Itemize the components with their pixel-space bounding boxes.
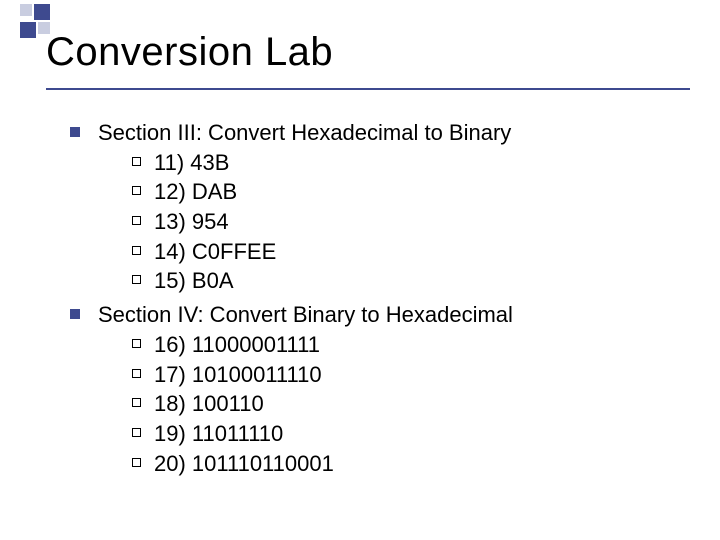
item-text: 14) C0FFEE (154, 239, 276, 264)
section-heading: Section IV: Convert Binary to Hexadecima… (98, 302, 513, 327)
list-item: 11) 43B (132, 148, 680, 178)
item-text: 11) 43B (154, 150, 229, 175)
hollow-square-bullet-icon (132, 369, 141, 378)
section-4-items: 16) 11000001111 17) 10100011110 18) 1001… (98, 330, 680, 478)
item-text: 17) 10100011110 (154, 362, 322, 387)
section-3: Section III: Convert Hexadecimal to Bina… (70, 118, 680, 296)
section-heading: Section III: Convert Hexadecimal to Bina… (98, 120, 511, 145)
list-item: 12) DAB (132, 177, 680, 207)
title-underline (46, 88, 690, 90)
list-item: 18) 100110 (132, 389, 680, 419)
list-item: 14) C0FFEE (132, 237, 680, 267)
list-item: 15) B0A (132, 266, 680, 296)
section-4: Section IV: Convert Binary to Hexadecima… (70, 300, 680, 478)
hollow-square-bullet-icon (132, 246, 141, 255)
square-bullet-icon (70, 127, 80, 137)
list-item: 16) 11000001111 (132, 330, 680, 360)
item-text: 18) 100110 (154, 391, 264, 416)
hollow-square-bullet-icon (132, 458, 141, 467)
slide: Conversion Lab Section III: Convert Hexa… (0, 0, 720, 540)
item-text: 16) 11000001111 (154, 332, 320, 357)
hollow-square-bullet-icon (132, 428, 141, 437)
section-3-items: 11) 43B 12) DAB 13) 954 14) C0FFEE 15) B… (98, 148, 680, 296)
content-area: Section III: Convert Hexadecimal to Bina… (70, 118, 680, 482)
hollow-square-bullet-icon (132, 398, 141, 407)
list-item: 19) 11011110 (132, 419, 680, 449)
hollow-square-bullet-icon (132, 216, 141, 225)
page-title: Conversion Lab (46, 30, 333, 75)
item-text: 12) DAB (154, 179, 237, 204)
item-text: 19) 11011110 (154, 421, 283, 446)
list-item: 13) 954 (132, 207, 680, 237)
hollow-square-bullet-icon (132, 275, 141, 284)
item-text: 13) 954 (154, 209, 229, 234)
list-item: 20) 101110110001 (132, 449, 680, 479)
list-item: 17) 10100011110 (132, 360, 680, 390)
hollow-square-bullet-icon (132, 186, 141, 195)
square-bullet-icon (70, 309, 80, 319)
item-text: 15) B0A (154, 268, 234, 293)
hollow-square-bullet-icon (132, 339, 141, 348)
item-text: 20) 101110110001 (154, 451, 334, 476)
hollow-square-bullet-icon (132, 157, 141, 166)
